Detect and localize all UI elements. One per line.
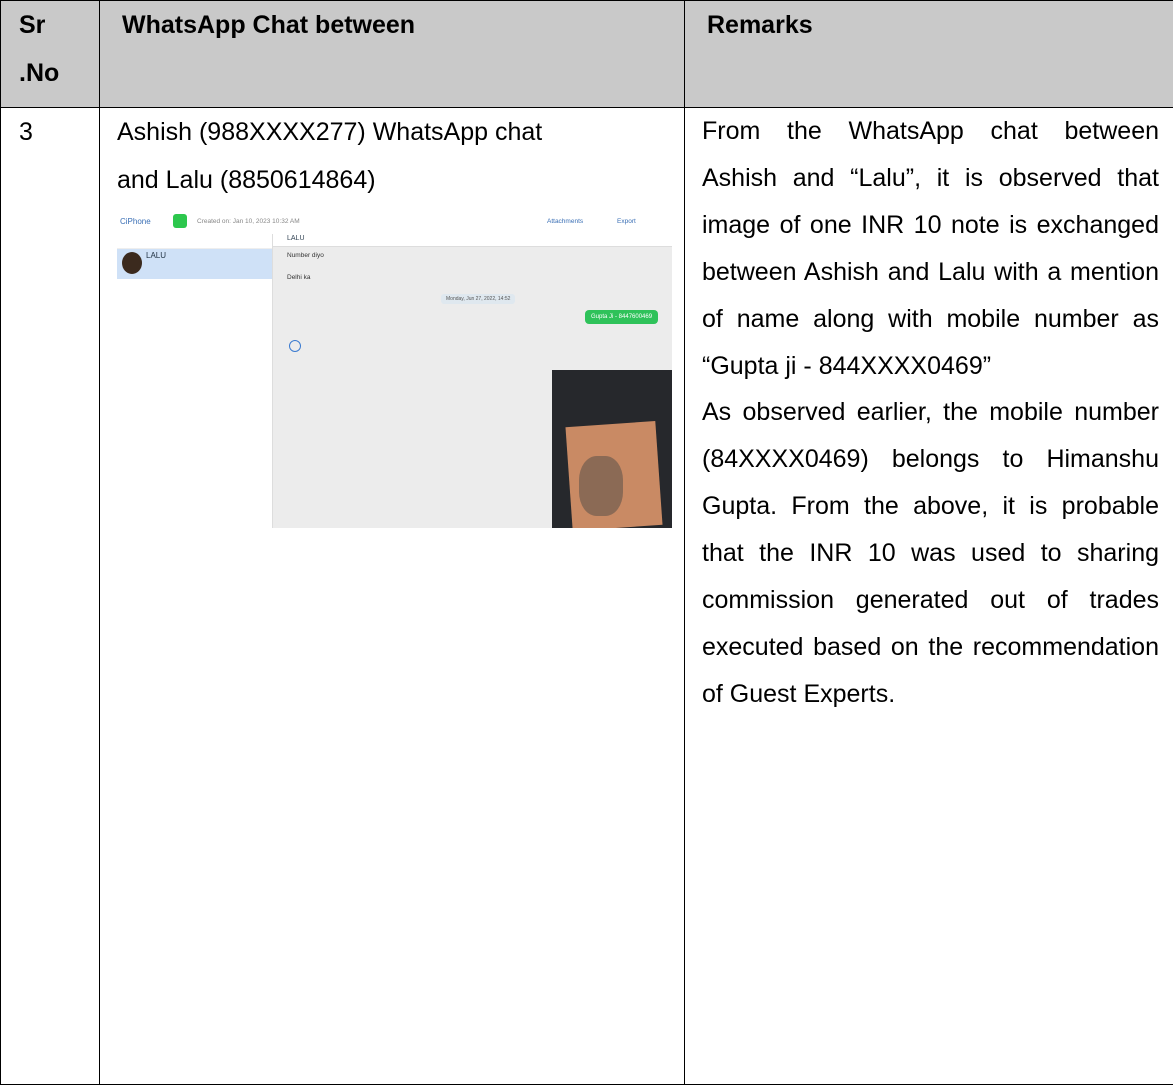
remarks-paragraph-1: From the WhatsApp chat between Ashish an… <box>702 108 1159 389</box>
chat-header: LALU <box>273 234 672 247</box>
export-label: Export <box>617 218 636 225</box>
created-text: Created on: Jan 10, 2023 10:32 AM <box>197 218 300 225</box>
header-sr-no-line1: Sr <box>19 1 99 49</box>
contact-item: LALU <box>117 249 272 279</box>
cell-remarks: From the WhatsApp chat between Ashish an… <box>685 108 1173 1085</box>
screenshot-toolbar: CiPhone Created on: Jan 10, 2023 10:32 A… <box>117 212 672 235</box>
chat-title-line2: and Lalu (8850614864) <box>117 156 684 204</box>
contact-list: LALU <box>117 234 273 528</box>
avatar <box>122 252 142 274</box>
outgoing-message: Gupta Ji - 8447600469 <box>585 310 658 324</box>
attachments-label: Attachments <box>547 218 583 225</box>
note-portrait <box>579 456 623 516</box>
whatsapp-icon <box>173 214 187 228</box>
contact-name: LALU <box>146 251 166 260</box>
header-sr-no-line2: .No <box>19 49 99 97</box>
date-pill: Monday, Jun 27, 2022, 14:52 <box>441 294 515 304</box>
evidence-table: Sr .No WhatsApp Chat between Remarks 3 A… <box>0 0 1173 1085</box>
incoming-message-2: Delhi ka <box>287 274 310 281</box>
header-sr-no: Sr .No <box>1 1 100 108</box>
header-remarks: Remarks <box>685 1 1173 108</box>
table-row: 3 Ashish (988XXXX277) WhatsApp chat and … <box>1 108 1173 1085</box>
contact-search <box>117 234 272 249</box>
header-chat: WhatsApp Chat between <box>100 1 685 108</box>
chat-header-name: LALU <box>287 235 305 242</box>
incoming-message-1: Number diyo <box>287 252 324 259</box>
app-menu: CiPhone <box>120 217 151 226</box>
remarks-paragraph-2: As observed earlier, the mobile number (… <box>702 389 1159 717</box>
cell-chat: Ashish (988XXXX277) WhatsApp chat and La… <box>100 108 685 1085</box>
cell-sr-no: 3 <box>1 108 100 1085</box>
whatsapp-screenshot: CiPhone Created on: Jan 10, 2023 10:32 A… <box>117 212 672 528</box>
play-icon <box>289 340 301 352</box>
header-row: Sr .No WhatsApp Chat between Remarks <box>1 1 1173 108</box>
chat-title-line1: Ashish (988XXXX277) WhatsApp chat <box>117 108 684 156</box>
